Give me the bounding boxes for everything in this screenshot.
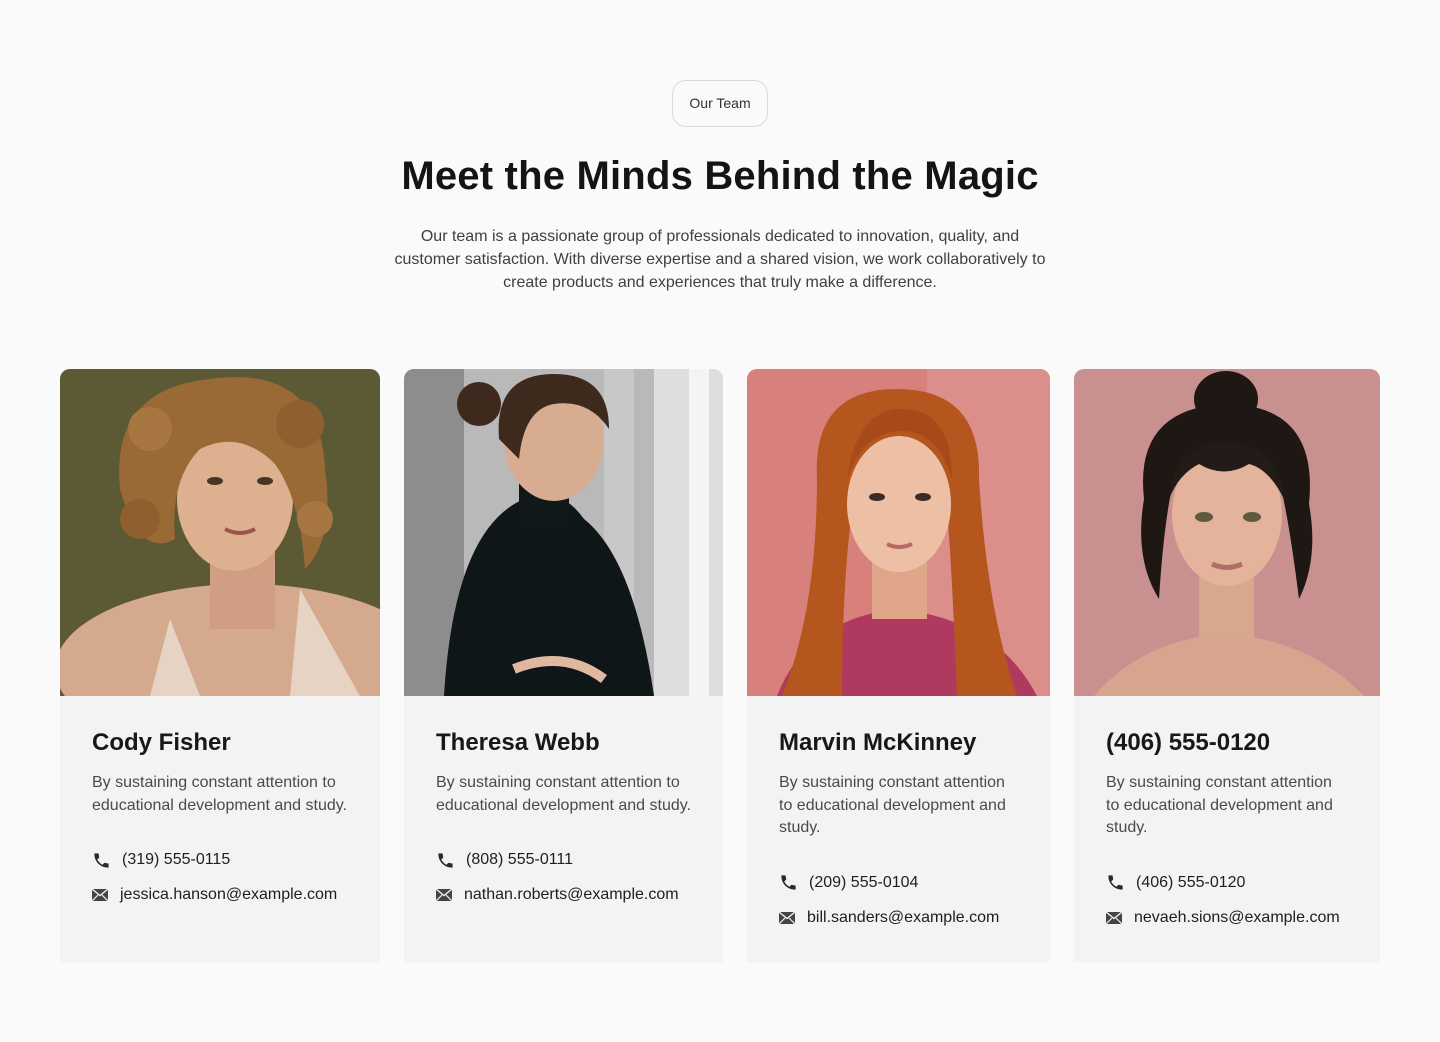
member-name: Theresa Webb <box>436 729 600 756</box>
email-link[interactable]: nevaeh.sions@example.com <box>1134 909 1340 927</box>
phone-icon <box>436 849 466 871</box>
phone-link[interactable]: (319) 555-0115 <box>122 851 230 869</box>
member-bio: By sustaining constant attention to educ… <box>436 774 691 814</box>
mail-icon <box>436 884 464 906</box>
team-card-theresa-webb: Theresa Webb By sustaining constant atte… <box>404 369 723 962</box>
phone-row: (406) 555-0120 <box>1106 872 1348 894</box>
contact-info: (406) 555-0120 nevaeh.sions@example.com <box>1106 872 1348 929</box>
member-bio: By sustaining constant attention to educ… <box>779 774 1006 836</box>
phone-icon <box>1106 872 1136 894</box>
card-body: Marvin McKinney By sustaining constant a… <box>747 696 1050 929</box>
team-card-cody-fisher: Cody Fisher By sustaining constant atten… <box>60 369 380 962</box>
contact-info: (319) 555-0115 jessica.hanson@example.co… <box>92 849 348 906</box>
team-section: Our Team Meet the Minds Behind the Magic… <box>0 0 1440 1042</box>
mail-icon <box>779 907 807 929</box>
email-link[interactable]: jessica.hanson@example.com <box>120 886 337 904</box>
contact-info: (808) 555-0111 nathan.roberts@example.co… <box>436 849 691 906</box>
member-photo <box>1074 369 1380 696</box>
mail-icon <box>92 884 120 906</box>
mail-icon <box>1106 907 1134 929</box>
email-link[interactable]: bill.sanders@example.com <box>807 909 999 927</box>
card-body: Theresa Webb By sustaining constant atte… <box>404 696 723 906</box>
section-badge: Our Team <box>672 80 768 127</box>
member-name: (406) 555-0120 <box>1106 729 1271 756</box>
member-name: Cody Fisher <box>92 729 231 756</box>
phone-row: (319) 555-0115 <box>92 849 348 871</box>
page-title: Meet the Minds Behind the Magic <box>401 154 1039 198</box>
team-header: Our Team Meet the Minds Behind the Magic… <box>0 80 1440 294</box>
section-description: Our team is a passionate group of profes… <box>394 228 1046 291</box>
member-name: Marvin McKinney <box>779 729 977 756</box>
phone-icon <box>779 872 809 894</box>
phone-row: (209) 555-0104 <box>779 872 1018 894</box>
phone-link[interactable]: (209) 555-0104 <box>809 874 918 892</box>
email-row: jessica.hanson@example.com <box>92 884 348 906</box>
contact-info: (209) 555-0104 bill.sanders@example.com <box>779 872 1018 929</box>
member-bio: By sustaining constant attention to educ… <box>1106 774 1333 836</box>
team-card-fourth-member: (406) 555-0120 By sustaining constant at… <box>1074 369 1380 962</box>
email-link[interactable]: nathan.roberts@example.com <box>464 886 679 904</box>
team-card-marvin-mckinney: Marvin McKinney By sustaining constant a… <box>747 369 1050 962</box>
phone-link[interactable]: (406) 555-0120 <box>1136 874 1245 892</box>
phone-row: (808) 555-0111 <box>436 849 691 871</box>
member-photo <box>404 369 723 696</box>
card-body: (406) 555-0120 By sustaining constant at… <box>1074 696 1380 929</box>
member-photo <box>60 369 380 696</box>
phone-icon <box>92 849 122 871</box>
email-row: nathan.roberts@example.com <box>436 884 691 906</box>
email-row: nevaeh.sions@example.com <box>1106 907 1348 929</box>
member-bio: By sustaining constant attention to educ… <box>92 774 347 814</box>
member-photo <box>747 369 1050 696</box>
email-row: bill.sanders@example.com <box>779 907 1018 929</box>
phone-link[interactable]: (808) 555-0111 <box>466 851 573 869</box>
card-body: Cody Fisher By sustaining constant atten… <box>60 696 380 906</box>
